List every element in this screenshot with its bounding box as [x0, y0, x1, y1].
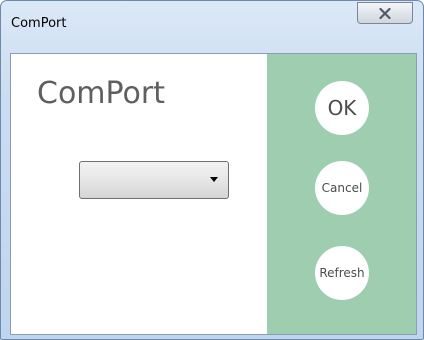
refresh-button-label: Refresh [319, 266, 365, 280]
close-x-icon [379, 7, 391, 19]
left-panel: ComPort [11, 54, 267, 334]
cancel-button[interactable]: Cancel [315, 161, 369, 215]
ok-button[interactable]: OK [315, 81, 369, 135]
window-title: ComPort [11, 16, 67, 31]
title-bar[interactable]: ComPort [1, 1, 423, 45]
ok-button-label: OK [327, 96, 357, 120]
close-button[interactable] [357, 2, 413, 24]
refresh-button[interactable]: Refresh [315, 246, 369, 300]
action-panel: OK Cancel Refresh [267, 54, 416, 334]
cancel-button-label: Cancel [321, 181, 363, 195]
comport-window: ComPort ComPort OK Cancel Refresh [0, 0, 424, 340]
dropdown-arrow-icon [210, 177, 218, 182]
dialog-content: ComPort OK Cancel Refresh [10, 53, 417, 335]
comport-select[interactable] [79, 161, 229, 199]
page-title: ComPort [37, 76, 165, 111]
